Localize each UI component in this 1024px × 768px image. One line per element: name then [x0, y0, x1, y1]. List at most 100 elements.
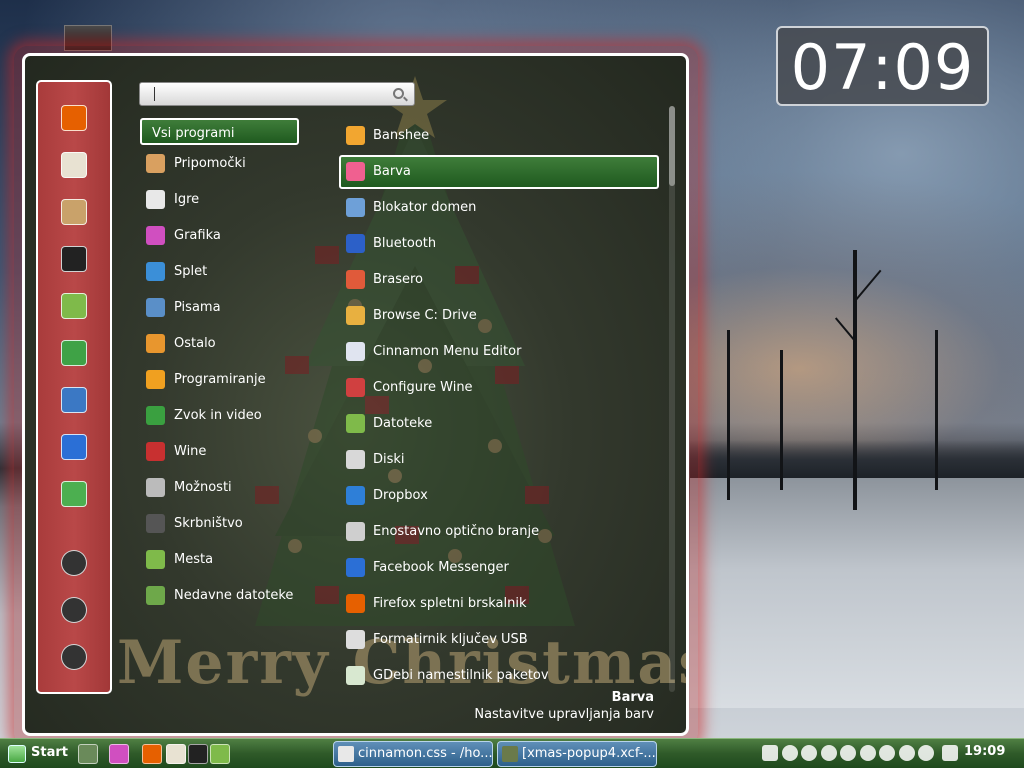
- app-item[interactable]: Barva: [339, 155, 659, 189]
- disc-burner-icon: [346, 270, 365, 289]
- app-item[interactable]: Firefox spletni brskalnik: [339, 587, 659, 621]
- category-item[interactable]: Mesta: [141, 546, 301, 574]
- terminal-launcher-icon[interactable]: [188, 744, 208, 764]
- favorite-package[interactable]: [61, 199, 87, 225]
- workspace-icon[interactable]: [801, 745, 817, 761]
- admin-icon: [146, 514, 165, 533]
- dropbox-icon: [346, 486, 365, 505]
- app-label: Blokator domen: [373, 200, 477, 215]
- category-label: Vsi programi: [152, 126, 235, 141]
- app-label: Brasero: [373, 272, 424, 287]
- app-item[interactable]: Browse C: Drive: [339, 299, 659, 333]
- category-item[interactable]: Wine: [141, 438, 301, 466]
- menu-editor-icon: [346, 342, 365, 361]
- start-menu-button[interactable]: Start: [4, 742, 70, 766]
- search-box[interactable]: [139, 82, 415, 106]
- camera-icon[interactable]: [762, 745, 778, 761]
- folder-launcher-icon[interactable]: [210, 744, 230, 764]
- app-item[interactable]: Dropbox: [339, 479, 659, 513]
- favorite-logout[interactable]: [61, 597, 87, 623]
- app-label: Configure Wine: [373, 380, 473, 395]
- app-item[interactable]: Facebook Messenger: [339, 551, 659, 585]
- globe-icon: [146, 262, 165, 281]
- app-label: GDebi namestilnik paketov: [373, 668, 549, 683]
- search-tray-icon[interactable]: [781, 745, 798, 761]
- category-label: Mesta: [174, 552, 214, 567]
- category-item[interactable]: Zvok in video: [141, 402, 301, 430]
- tree-branch: [854, 269, 882, 302]
- app-item[interactable]: Diski: [339, 443, 659, 477]
- app-item[interactable]: Brasero: [339, 263, 659, 297]
- panel-clock[interactable]: 19:09: [964, 744, 1005, 759]
- category-item[interactable]: Vsi programi: [140, 118, 299, 145]
- category-label: Pisama: [174, 300, 221, 315]
- category-item[interactable]: Pisama: [141, 294, 301, 322]
- pen-icon[interactable]: [879, 745, 895, 761]
- category-label: Programiranje: [174, 372, 266, 387]
- category-item[interactable]: Skrbništvo: [141, 510, 301, 538]
- selected-app-description: Nastavitve upravljanja barv: [474, 707, 654, 722]
- clapper-launcher-icon[interactable]: [166, 744, 186, 764]
- app-item[interactable]: GDebi namestilnik paketov: [339, 659, 659, 693]
- banshee-icon: [346, 126, 365, 145]
- category-label: Zvok in video: [174, 408, 262, 423]
- firefox-launcher-icon[interactable]: [142, 744, 162, 764]
- snow-field: [690, 478, 1024, 708]
- favorite-terminal[interactable]: [61, 246, 87, 272]
- category-item[interactable]: Možnosti: [141, 474, 301, 502]
- firefox-app-icon: [346, 594, 365, 613]
- app-item[interactable]: Formatirnik ključev USB: [339, 623, 659, 657]
- volume-icon[interactable]: [898, 745, 915, 761]
- skype-icon[interactable]: [859, 745, 876, 761]
- taskbar-window[interactable]: cinnamon.css - /ho...: [333, 741, 493, 767]
- app-item[interactable]: Blokator domen: [339, 191, 659, 225]
- apps-scrollbar[interactable]: [669, 106, 675, 692]
- category-item[interactable]: Grafika: [141, 222, 301, 250]
- messenger-icon: [61, 434, 87, 460]
- user-icon[interactable]: [820, 745, 837, 761]
- film-icon: [146, 406, 165, 425]
- power-icon: [61, 644, 87, 670]
- network-icon[interactable]: [918, 745, 934, 761]
- app-label: Cinnamon Menu Editor: [373, 344, 522, 359]
- app-item[interactable]: Datoteke: [339, 407, 659, 441]
- favorite-folder[interactable]: [61, 293, 87, 319]
- category-item[interactable]: Ostalo: [141, 330, 301, 358]
- category-item[interactable]: Splet: [141, 258, 301, 286]
- taskbar-window-label: [xmas-popup4.xcf-...: [522, 746, 656, 761]
- file-manager-launcher-icon[interactable]: [78, 744, 98, 764]
- taskbar-window[interactable]: [xmas-popup4.xcf-...: [497, 741, 657, 767]
- favorite-hashtag[interactable]: [61, 481, 87, 507]
- screen-icon[interactable]: [840, 745, 856, 761]
- category-item[interactable]: Nedavne datoteke: [141, 582, 301, 610]
- color-launcher-icon[interactable]: [109, 744, 129, 764]
- favorite-clapper[interactable]: [61, 152, 87, 178]
- sliders-icon: [146, 478, 165, 497]
- category-item[interactable]: Programiranje: [141, 366, 301, 394]
- application-menu: Merry Christmas Vsi programi Pripomočki Ig…: [22, 53, 689, 736]
- favorite-magnifier[interactable]: [61, 340, 87, 366]
- app-label: Firefox spletni brskalnik: [373, 596, 527, 611]
- app-label: Formatirnik ključev USB: [373, 632, 528, 647]
- app-item[interactable]: Configure Wine: [339, 371, 659, 405]
- category-item[interactable]: Igre: [141, 186, 301, 214]
- category-label: Wine: [174, 444, 207, 459]
- favorite-power[interactable]: [61, 644, 87, 670]
- favorite-messenger[interactable]: [61, 434, 87, 460]
- app-item[interactable]: Cinnamon Menu Editor: [339, 335, 659, 369]
- favorite-game[interactable]: [61, 387, 87, 413]
- favorite-firefox[interactable]: [61, 105, 87, 131]
- app-label: Banshee: [373, 128, 430, 143]
- favorite-lock[interactable]: [61, 550, 87, 576]
- scrollbar-thumb[interactable]: [669, 106, 675, 186]
- app-item[interactable]: Banshee: [339, 119, 659, 153]
- app-item[interactable]: Enostavno optično branje: [339, 515, 659, 549]
- app-label: Bluetooth: [373, 236, 437, 251]
- calculator-icon: [146, 154, 165, 173]
- app-item[interactable]: Bluetooth: [339, 227, 659, 261]
- construction-icon: [146, 370, 165, 389]
- shield-icon[interactable]: [942, 745, 958, 761]
- disks-icon: [346, 450, 365, 469]
- gdebi-icon: [346, 666, 365, 685]
- category-item[interactable]: Pripomočki: [141, 150, 301, 178]
